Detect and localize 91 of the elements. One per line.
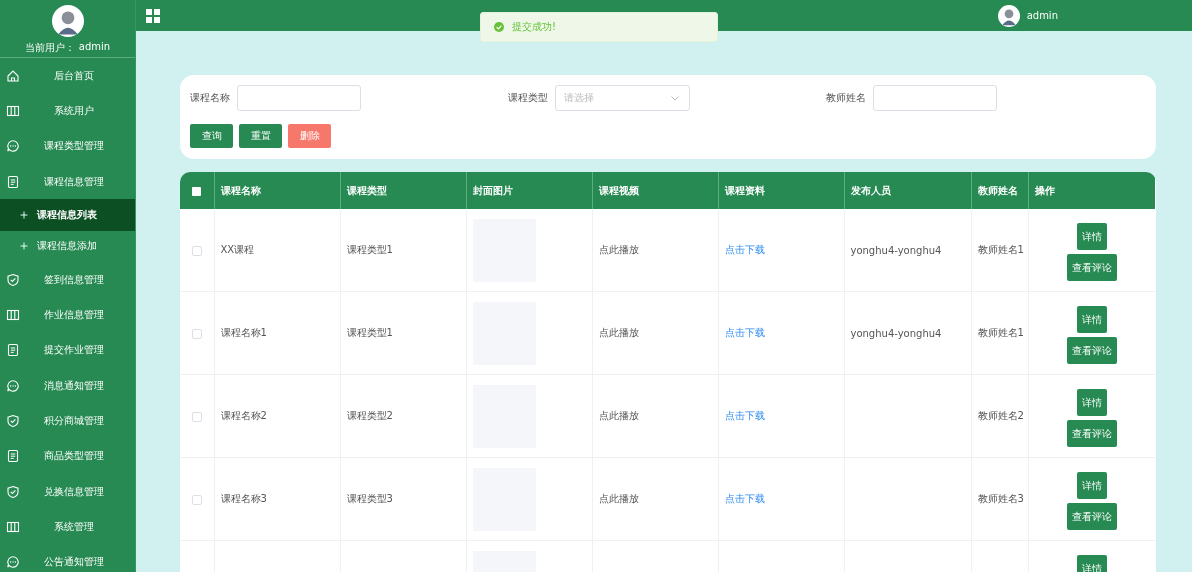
- download-link[interactable]: 点击下载: [724, 493, 765, 504]
- menu-item[interactable]: 积分商城管理: [0, 403, 135, 439]
- checkbox[interactable]: [192, 186, 202, 196]
- table-cell: 点此播放: [598, 244, 639, 255]
- document-icon: [6, 174, 20, 189]
- field-label: 教师姓名: [826, 91, 866, 105]
- avatar-icon: [51, 5, 84, 37]
- submenu-item[interactable]: 课程信息列表: [0, 199, 135, 231]
- document-icon: [6, 449, 20, 464]
- user-label: 当前用户：: [24, 41, 75, 55]
- menu-item[interactable]: 商品类型管理: [0, 438, 135, 474]
- checkbox[interactable]: [191, 411, 202, 422]
- table-cell: yonghu4-yonghu4: [850, 327, 942, 339]
- column-header: 课程名称: [214, 172, 340, 209]
- row-button[interactable]: 查看评论: [1066, 337, 1117, 364]
- user-name: admin: [1026, 10, 1058, 21]
- menu-item[interactable]: 系统用户: [0, 93, 135, 129]
- table-cell: XX课程: [220, 244, 255, 255]
- menu-item[interactable]: 系统管理: [0, 509, 135, 545]
- shield-icon: [6, 414, 20, 428]
- download-link[interactable]: 点击下载: [724, 410, 765, 421]
- action-button[interactable]: 重置: [239, 124, 282, 148]
- row-button[interactable]: 查看评论: [1066, 420, 1117, 447]
- user-name: admin: [78, 41, 111, 54]
- avatar-icon: [997, 4, 1020, 27]
- document-icon: [6, 343, 20, 358]
- table-cell: 课程类型3: [346, 493, 393, 504]
- checkbox[interactable]: [191, 245, 202, 256]
- table-cell: 教师姓名1: [977, 327, 1024, 338]
- chat-icon: [6, 139, 20, 154]
- action-button[interactable]: 查询: [190, 124, 233, 148]
- input-field[interactable]: [873, 85, 997, 111]
- toast-message: 提交成功!: [480, 12, 718, 42]
- table-cell: 课程名称3: [220, 493, 267, 504]
- download-link[interactable]: 点击下载: [724, 327, 765, 338]
- checkbox[interactable]: [191, 328, 202, 339]
- table-cell: 课程名称2: [220, 410, 267, 421]
- table-cell: 课程名称1: [220, 327, 267, 338]
- table-cell: 点此播放: [598, 410, 639, 421]
- field-label: 课程类型: [508, 91, 548, 105]
- menu-item[interactable]: 提交作业管理: [0, 332, 135, 369]
- menu-item[interactable]: 消息通知管理: [0, 368, 135, 404]
- columns-icon: [6, 103, 20, 118]
- table-cell: 教师姓名1: [977, 244, 1024, 255]
- column-header: 课程视频: [592, 172, 718, 209]
- row-button[interactable]: 查看评论: [1066, 503, 1117, 530]
- shield-icon: [6, 484, 20, 499]
- row-button[interactable]: 详情: [1076, 389, 1107, 416]
- column-header: 教师姓名: [971, 172, 1028, 209]
- action-button[interactable]: 删除: [288, 124, 331, 148]
- table-cell: 课程类型1: [346, 327, 393, 338]
- download-link[interactable]: 点击下载: [724, 244, 765, 255]
- menu-item[interactable]: 课程类型管理: [0, 128, 135, 164]
- row-button[interactable]: 查看评论: [1066, 254, 1117, 281]
- column-header: 发布人员: [844, 172, 971, 209]
- table-cell: 教师姓名2: [977, 410, 1024, 421]
- row-button[interactable]: 详情: [1076, 223, 1107, 250]
- checkbox[interactable]: [191, 494, 202, 505]
- table-cell: yonghu4-yonghu4: [850, 244, 942, 256]
- field-label: 课程名称: [190, 91, 230, 105]
- row-button[interactable]: 详情: [1076, 555, 1107, 572]
- menu-item[interactable]: 后台首页: [0, 58, 135, 94]
- table-cell: 课程类型2: [346, 410, 393, 421]
- columns-icon: [6, 308, 20, 323]
- chat-icon: [6, 378, 20, 393]
- menu-item[interactable]: 公告通知管理: [0, 544, 135, 572]
- input-field[interactable]: [237, 85, 361, 111]
- row-button[interactable]: 详情: [1076, 472, 1107, 499]
- menu-item[interactable]: 签到信息管理: [0, 262, 135, 298]
- column-header: 课程资料: [718, 172, 844, 209]
- table-cell: 教师姓名3: [977, 493, 1024, 504]
- table-cell: 点此播放: [598, 327, 639, 338]
- menu-item[interactable]: 课程信息管理: [0, 163, 135, 200]
- column-header: 封面图片: [466, 172, 592, 209]
- menu-item[interactable]: 作业信息管理: [0, 297, 135, 333]
- table-cell: 课程类型1: [346, 244, 393, 255]
- submenu-item[interactable]: 课程信息添加: [0, 230, 135, 263]
- shield-icon: [6, 272, 20, 287]
- plus-icon: [20, 210, 28, 219]
- chevron-down-icon: [671, 95, 679, 101]
- column-header: 课程类型: [340, 172, 466, 209]
- check-icon: [494, 22, 504, 32]
- plus-icon: [20, 242, 28, 251]
- home-icon: [6, 68, 20, 83]
- chat-icon: [6, 555, 20, 570]
- columns-icon: [6, 519, 20, 534]
- menu-item[interactable]: 兑换信息管理: [0, 473, 135, 510]
- row-button[interactable]: 详情: [1076, 306, 1107, 333]
- table-cell: 点此播放: [598, 493, 639, 504]
- menu-icon[interactable]: [146, 8, 160, 23]
- column-header: 操作: [1028, 172, 1155, 209]
